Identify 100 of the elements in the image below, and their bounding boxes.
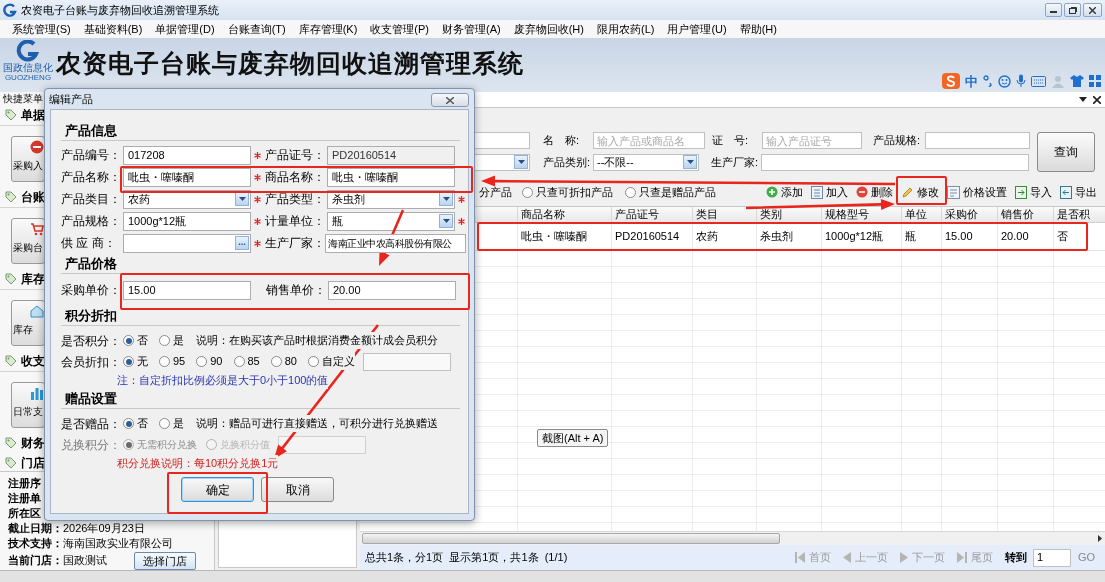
- field-label: 兑换积分：: [61, 436, 122, 454]
- scrollbar-thumb[interactable]: [362, 533, 780, 544]
- field-label: 生产厂家:: [711, 154, 760, 170]
- logo-subtext: GUOZHENG: [4, 73, 52, 82]
- toolbar-button[interactable]: 修改: [901, 183, 939, 201]
- shortcut-button[interactable]: 采购台: [11, 218, 45, 264]
- tag-icon: [5, 456, 17, 469]
- status-text: 总共1条，分1页 显示第1页，共1条 (1/1): [365, 550, 568, 566]
- highlight-box: [896, 176, 947, 205]
- field-label: 会员折扣：: [61, 353, 122, 371]
- table-cell-text: 吡虫・噻嗪酮: [521, 229, 587, 245]
- column-header: 采购价: [945, 207, 978, 223]
- field-label: 产品规格：: [61, 213, 122, 230]
- field-label: 采购单价：: [61, 282, 122, 299]
- shortcut-button[interactable]: 库存: [11, 300, 45, 346]
- dialog-button[interactable]: 取消: [261, 477, 334, 502]
- radio-button[interactable]: 否: [123, 332, 148, 349]
- radio-button[interactable]: 90: [196, 353, 223, 370]
- text-field[interactable]: [761, 153, 1029, 171]
- minimize-icon: [1050, 11, 1057, 13]
- menu-item[interactable]: 废弃物回收(H): [513, 20, 584, 38]
- menu-item[interactable]: 限用农药(L): [596, 20, 655, 38]
- field-label: 产品规格:: [873, 132, 922, 148]
- sidebar-group-label: 台账: [21, 188, 45, 206]
- text-field[interactable]: 20.00: [328, 280, 456, 300]
- field-label: 销售单价：: [266, 282, 327, 299]
- note-text: 说明：在购买该产品时根据消费金额计成会员积分: [196, 332, 438, 349]
- column-header: 产品证号: [615, 207, 659, 223]
- menu-item[interactable]: 库存管理(K): [298, 20, 358, 38]
- menu-item[interactable]: 台账查询(T): [227, 20, 286, 38]
- radio-button[interactable]: 是: [159, 415, 184, 432]
- tag-icon: [5, 272, 17, 285]
- text-field[interactable]: 海南正业中农高科股份有限公: [325, 233, 466, 253]
- app-title: 农资电子台账与废弃物回收追溯管理系统: [56, 48, 524, 79]
- previous-icon: [842, 552, 851, 563]
- toolbar-button[interactable]: 导入: [1015, 183, 1052, 201]
- menu-item[interactable]: 用户管理(U): [667, 20, 727, 38]
- radio-button[interactable]: 是: [159, 332, 184, 349]
- ime-logo-icon: [942, 73, 960, 90]
- table-cell-text: 20.00: [1001, 229, 1029, 245]
- tag-icon: [5, 190, 17, 203]
- text-field[interactable]: 15.00: [123, 280, 251, 300]
- close-icon: [1089, 6, 1096, 14]
- select-store-button[interactable]: 选择门店: [134, 551, 196, 570]
- dialog-button[interactable]: 确定: [181, 477, 254, 502]
- table-cell-text: 15.00: [945, 229, 973, 245]
- field-label: 商品名称：: [265, 169, 326, 186]
- toolbar-button[interactable]: 价格设置: [947, 183, 1007, 201]
- toolbar-button[interactable]: 导出: [1060, 183, 1097, 201]
- lookup-field[interactable]: ...: [123, 233, 251, 253]
- field-label: 生产厂家：: [265, 235, 325, 252]
- column-header: 是否积: [1057, 207, 1090, 222]
- shirt-icon: [1070, 75, 1084, 88]
- circle-icon: [30, 140, 44, 154]
- menu-item[interactable]: 单据管理(D): [155, 20, 215, 38]
- radio-button[interactable]: 85: [233, 353, 260, 370]
- page-field[interactable]: 1: [1032, 548, 1071, 567]
- field-label: 计量单位：: [265, 213, 326, 230]
- close-button[interactable]: [1083, 3, 1102, 17]
- menu-item[interactable]: 帮助(H): [739, 20, 777, 38]
- field-label: 产品类型：: [265, 191, 326, 208]
- radio-button[interactable]: 否: [123, 415, 148, 432]
- menu-item[interactable]: 财务管理(A): [442, 20, 501, 38]
- maximize-button[interactable]: [1064, 3, 1081, 17]
- minus-icon: [856, 186, 868, 198]
- logo-icon: [16, 40, 40, 62]
- minimize-button[interactable]: [1045, 3, 1062, 17]
- query-button[interactable]: 查询: [1037, 132, 1095, 172]
- sidebar-link[interactable]: 财务: [21, 434, 45, 452]
- text-field[interactable]: [363, 352, 451, 371]
- menu-item[interactable]: 系统管理(S): [12, 20, 71, 38]
- restore-icon: [1068, 6, 1077, 14]
- radio-button[interactable]: 95: [159, 353, 186, 370]
- info-label: 截止日期：: [8, 521, 63, 537]
- column-header: 类别: [760, 207, 782, 223]
- menu-item[interactable]: 收支管理(P): [370, 20, 429, 38]
- spreadsheet-icon: [1060, 185, 1072, 199]
- filter-label: 分产品: [479, 184, 512, 200]
- cart-icon: [30, 222, 44, 236]
- radio-button[interactable]: 80: [270, 353, 297, 370]
- close-button[interactable]: [431, 93, 469, 107]
- sidebar-link[interactable]: 门店: [21, 453, 45, 472]
- caret-icon: [1079, 97, 1087, 102]
- text-field[interactable]: PD20160514: [327, 145, 455, 165]
- text-field[interactable]: [925, 131, 1030, 149]
- info-label: 技术支持：: [8, 536, 63, 552]
- dropdown[interactable]: 瓶: [327, 211, 455, 231]
- person-icon: [1051, 74, 1065, 88]
- shortcut-button[interactable]: 日常支: [11, 382, 45, 428]
- shortcut-button[interactable]: 采购入: [11, 136, 45, 182]
- radio-button[interactable]: 无: [123, 353, 148, 370]
- section-heading: 产品价格: [64, 254, 117, 273]
- dropdown[interactable]: --不限--: [593, 153, 699, 171]
- text-field[interactable]: 017208: [123, 145, 251, 165]
- menu-item[interactable]: 基础资料(B): [83, 20, 143, 38]
- toolbar-button[interactable]: 加入: [811, 183, 848, 201]
- tag-icon: [5, 437, 17, 449]
- text-field[interactable]: 1000g*12瓶: [123, 211, 251, 231]
- next-icon: [899, 552, 908, 563]
- ime-mode: 中: [965, 72, 978, 91]
